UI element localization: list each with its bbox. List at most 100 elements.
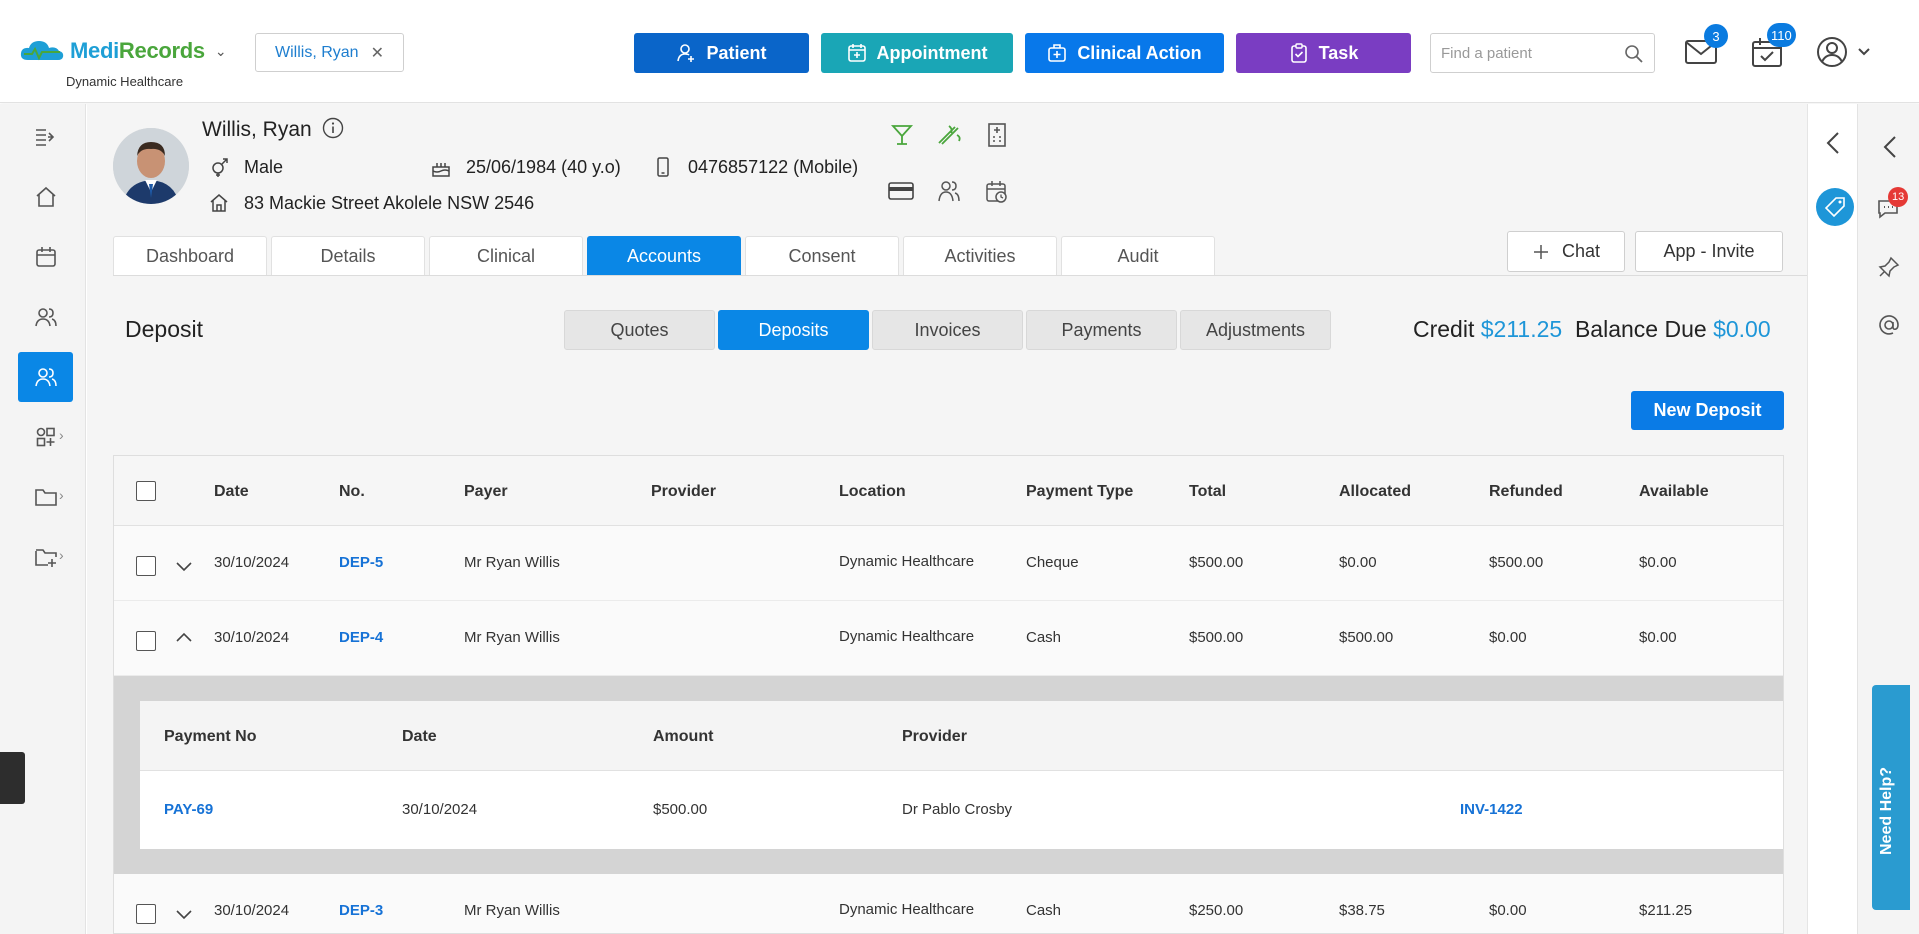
left-sidebar: › › › [0,104,86,934]
col-allocated[interactable]: Allocated [1339,483,1411,501]
table-row[interactable]: 30/10/2024 DEP-5 Mr Ryan Willis Dynamic … [114,526,1783,601]
col-payment-type[interactable]: Payment Type [1026,483,1133,501]
row-checkbox[interactable] [136,904,156,924]
sidebar-item-folders[interactable] [18,472,73,522]
app-invite-button[interactable]: App - Invite [1635,231,1783,272]
col-location[interactable]: Location [839,483,906,501]
info-icon[interactable] [322,117,344,139]
add-appointment-button[interactable]: Appointment [821,33,1013,73]
sidebar-item-apps[interactable] [18,412,73,462]
calendar-icon [35,247,56,267]
chevron-down-icon[interactable] [174,904,194,924]
sub-provider: Dr Pablo Crosby [902,801,1013,818]
subcol-date: Date [402,728,437,745]
top-bar: MediRecords ⌄ Dynamic Healthcare Willis,… [0,0,1919,103]
tab-details[interactable]: Details [271,236,425,276]
row-total: $250.00 [1189,902,1244,919]
plus-icon [1533,244,1548,259]
row-deposit-no[interactable]: DEP-3 [339,902,383,919]
tab-deposits[interactable]: Deposits [718,310,869,350]
sidebar-item-patient-record[interactable] [18,352,73,402]
patient-search[interactable] [1430,33,1655,73]
subcol-payment-no: Payment No [164,728,257,745]
clinical-action-button[interactable]: Clinical Action [1025,33,1224,73]
tab-accounts[interactable]: Accounts [587,236,741,276]
alcohol-icon[interactable] [890,123,914,147]
sidebar-item-home[interactable] [18,172,73,222]
tab-invoices[interactable]: Invoices [872,310,1023,350]
hospital-icon[interactable] [985,122,1009,148]
tab-payments[interactable]: Payments [1026,310,1177,350]
folder-icon [34,489,57,506]
tab-activities[interactable]: Activities [903,236,1057,276]
sub-invoice-link[interactable]: INV-1422 [1460,801,1523,818]
table-row[interactable]: 30/10/2024 DEP-4 Mr Ryan Willis Dynamic … [114,601,1783,676]
row-location: Dynamic Healthcare [839,553,975,570]
row-deposit-no[interactable]: DEP-4 [339,629,383,646]
chevron-left-icon[interactable] [1823,130,1843,156]
credit-card-icon[interactable] [888,181,914,201]
tab-clinical[interactable]: Clinical [429,236,583,276]
at-mention-icon[interactable] [1878,314,1900,336]
sidebar-item-add-folder[interactable] [18,532,73,582]
close-icon[interactable]: ✕ [371,43,384,63]
balance-value: $0.00 [1713,316,1771,342]
search-icon[interactable] [1624,44,1644,64]
tasks-button[interactable]: 110 [1751,23,1796,73]
chevron-left-icon[interactable] [1880,134,1900,160]
gender-icon [212,158,228,177]
col-refunded[interactable]: Refunded [1489,483,1563,501]
left-drawer-toggle[interactable] [0,752,25,804]
col-available[interactable]: Available [1639,483,1709,501]
row-checkbox[interactable] [136,556,156,576]
need-help-tab[interactable]: Need Help? [1872,685,1910,910]
chat-messages-button[interactable]: 13 [1876,187,1909,226]
add-task-button[interactable]: Task [1236,33,1411,73]
balance-label: Balance Due [1574,316,1707,342]
chevron-up-icon[interactable] [174,628,194,648]
select-all-checkbox[interactable] [136,481,156,501]
chevron-right-icon: › [59,427,64,443]
add-person-icon [677,44,695,62]
col-provider[interactable]: Provider [651,483,716,501]
user-menu[interactable] [1816,36,1874,73]
sidebar-item-patients[interactable] [18,292,73,342]
mail-button[interactable]: 3 [1684,24,1728,71]
gender-value: Male [244,156,284,177]
patient-button-label: Patient [706,42,767,63]
calendar-clock-icon[interactable] [985,180,1009,204]
clinical-action-label: Clinical Action [1077,42,1202,63]
chevron-down-icon[interactable]: ⌄ [215,43,227,60]
tab-consent[interactable]: Consent [745,236,899,276]
table-header: Date No. Payer Provider Location Payment… [114,456,1783,526]
patient-search-input[interactable] [1441,44,1621,62]
sidebar-expand[interactable] [18,112,73,162]
tab-quotes[interactable]: Quotes [564,310,715,350]
tag-button[interactable] [1816,188,1854,226]
table-row[interactable]: 30/10/2024 DEP-3 Mr Ryan Willis Dynamic … [114,874,1783,933]
col-payer[interactable]: Payer [464,483,508,501]
col-total[interactable]: Total [1189,483,1226,501]
chat-badge: 13 [1888,187,1909,207]
row-checkbox[interactable] [136,631,156,651]
users-icon [34,368,57,387]
add-patient-button[interactable]: Patient [634,33,809,73]
family-icon[interactable] [937,179,961,203]
chat-button[interactable]: Chat [1507,231,1625,272]
tab-audit[interactable]: Audit [1061,236,1215,276]
pin-icon[interactable] [1878,256,1900,278]
expand-menu-icon [35,129,54,146]
sidebar-item-calendar[interactable] [18,232,73,282]
sub-payment-no[interactable]: PAY-69 [164,801,213,818]
tabs-divider [113,275,1807,276]
active-patient-chip[interactable]: Willis, Ryan ✕ [255,33,404,72]
chevron-down-icon[interactable] [174,556,194,576]
tab-dashboard[interactable]: Dashboard [113,236,267,276]
smoking-icon[interactable] [937,123,963,147]
new-deposit-button[interactable]: New Deposit [1631,391,1784,430]
col-no[interactable]: No. [339,483,365,501]
app-logo[interactable]: MediRecords ⌄ [18,38,227,64]
row-deposit-no[interactable]: DEP-5 [339,554,383,571]
tab-adjustments[interactable]: Adjustments [1180,310,1331,350]
col-date[interactable]: Date [214,483,249,501]
